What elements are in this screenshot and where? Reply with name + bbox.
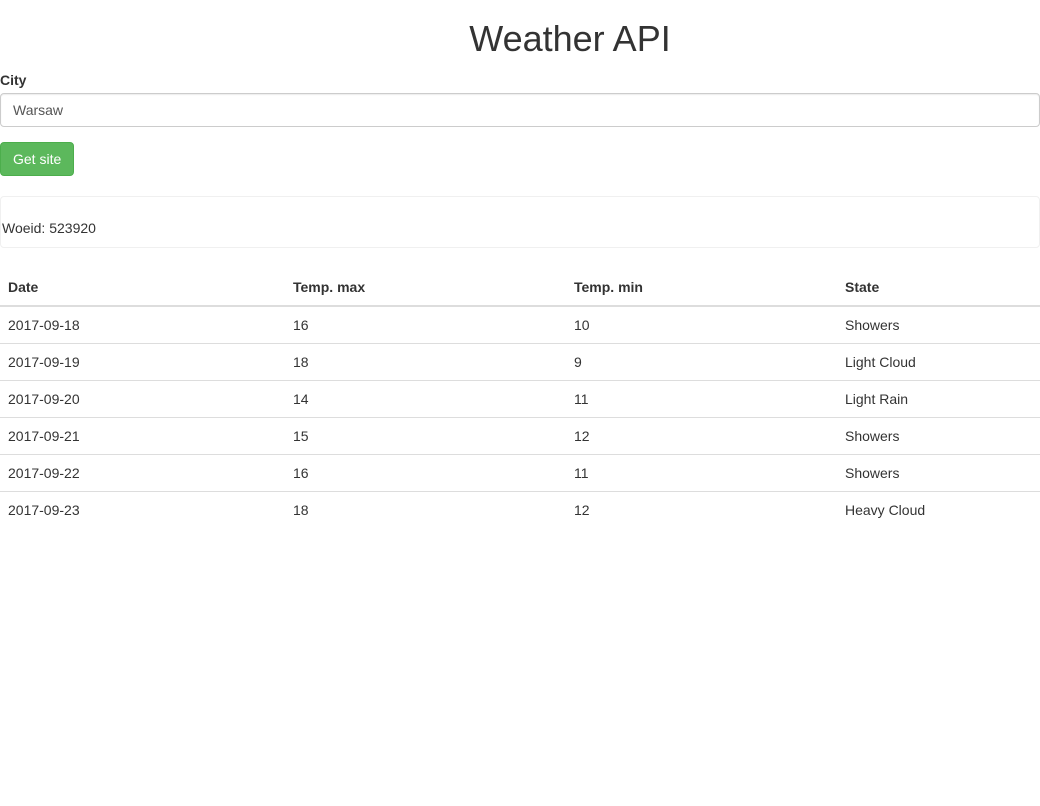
- header-temp-max: Temp. max: [285, 268, 566, 307]
- table-row: 2017-09-21 15 12 Showers: [0, 417, 1040, 455]
- table-header-row: Date Temp. max Temp. min State: [0, 268, 1040, 307]
- cell-date: 2017-09-23: [0, 491, 285, 529]
- cell-temp-max: 16: [285, 454, 566, 492]
- cell-temp-min: 9: [566, 343, 837, 381]
- page: Weather API City Warsaw Get site Woeid: …: [0, 0, 1040, 529]
- woeid-text: Woeid: 523920: [2, 220, 96, 236]
- forecast-table: Date Temp. max Temp. min State 2017-09-1…: [0, 268, 1040, 529]
- cell-temp-min: 10: [574, 317, 590, 333]
- header-temp-min: Temp. min: [566, 268, 837, 307]
- cell-state: Showers: [837, 454, 1040, 492]
- cell-temp-max: 16: [293, 317, 309, 333]
- get-site-button[interactable]: Get site: [0, 142, 75, 176]
- cell-state: Heavy Cloud: [837, 491, 1040, 529]
- table-row: 2017-09-19 18 9 Light Cloud: [0, 343, 1040, 381]
- cell-temp-min: 11: [566, 380, 837, 418]
- table-row: 2017-09-22 16 11 Showers: [0, 454, 1040, 492]
- city-input[interactable]: Warsaw: [0, 93, 1040, 127]
- header-state: State: [837, 268, 1040, 307]
- table-row: 2017-09-20 14 11 Light Rain: [0, 380, 1040, 418]
- woeid-panel: Woeid: 523920: [0, 196, 1040, 248]
- cell-state: Light Cloud: [837, 343, 1040, 381]
- cell-temp-min: 12: [566, 491, 837, 529]
- table-row: 2017-09-23 18 12 Heavy Cloud: [0, 491, 1040, 529]
- cell-date: 2017-09-22: [0, 454, 285, 492]
- cell-date: 2017-09-18: [8, 317, 80, 333]
- cell-date: 2017-09-20: [0, 380, 285, 418]
- cell-temp-min: 11: [566, 454, 837, 492]
- cell-state: Showers: [837, 417, 1040, 455]
- page-title: Weather API: [469, 18, 671, 59]
- cell-temp-min: 12: [566, 417, 837, 455]
- cell-temp-max: 15: [285, 417, 566, 455]
- cell-temp-max: 14: [285, 380, 566, 418]
- cell-temp-max: 18: [285, 343, 566, 381]
- cell-date: 2017-09-19: [0, 343, 285, 381]
- cell-state: Showers: [845, 317, 900, 333]
- table-row: 2017-09-18 16 10 Showers: [0, 306, 1040, 344]
- header-date: Date: [0, 268, 285, 307]
- city-label: City: [0, 72, 27, 88]
- cell-state: Light Rain: [837, 380, 1040, 418]
- cell-temp-max: 18: [285, 491, 566, 529]
- cell-date: 2017-09-21: [0, 417, 285, 455]
